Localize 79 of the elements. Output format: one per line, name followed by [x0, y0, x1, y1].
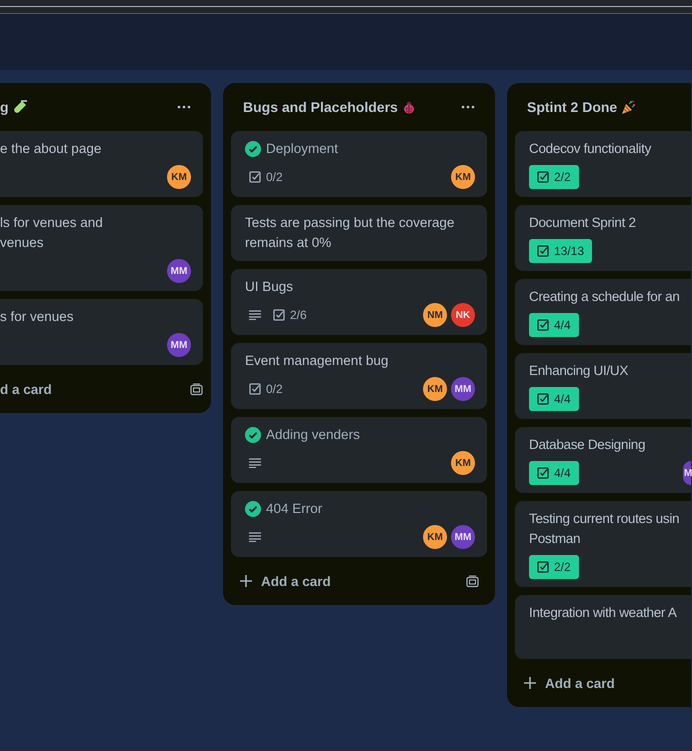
checklist-progress: 2/2 [529, 555, 579, 579]
checklist-progress: 13/13 [529, 239, 592, 263]
task-card[interactable]: Codecov functionality 2/2 [515, 131, 691, 197]
card-title: Document Sprint 2 [529, 214, 636, 232]
card-title: 404 Error [266, 500, 322, 518]
card-title: Database Designing [529, 436, 646, 454]
checklist-progress: 0/2 [249, 165, 283, 189]
member-avatar[interactable]: NM [423, 303, 447, 327]
checklist-icon [537, 393, 549, 405]
task-card[interactable]: e the about page KM [0, 131, 203, 197]
task-card[interactable]: Testing current routes usin Postman 2/2 [515, 501, 691, 587]
task-card[interactable]: Adding venders KM [231, 417, 487, 483]
checklist-icon [537, 319, 549, 331]
card-title: Testing current routes usin Postman [529, 510, 680, 548]
checklist-icon [537, 561, 549, 573]
task-card[interactable]: s for venues MM [0, 299, 203, 365]
list-title: g [0, 99, 9, 115]
card-title: Creating a schedule for an [529, 288, 680, 306]
checklist-icon [249, 383, 261, 395]
member-avatar[interactable]: KM [423, 525, 447, 549]
task-card[interactable]: Enhancing UI/UX 4/4 [515, 353, 691, 419]
more-icon [177, 105, 191, 109]
member-avatar[interactable]: KM [167, 165, 191, 189]
member-avatar[interactable]: MM [167, 259, 191, 283]
template-icon [466, 574, 479, 588]
checklist-icon [537, 467, 549, 479]
card-title: e the about page [0, 140, 102, 158]
add-card-button[interactable]: d a card [0, 382, 52, 396]
checklist-progress: 4/4 [529, 461, 579, 485]
checklist-progress: 4/4 [529, 313, 579, 337]
checklist-progress: 2/6 [273, 303, 307, 327]
more-icon [461, 105, 475, 109]
card-template-button[interactable] [466, 574, 479, 588]
checklist-progress: 2/2 [529, 165, 579, 189]
checklist-icon [273, 309, 285, 321]
card-title: Tests are passing but the coverage remains at 0% [245, 214, 456, 252]
task-card[interactable]: Event management bug 0/2 KM MM [231, 343, 487, 409]
card-template-button[interactable] [190, 382, 203, 396]
completed-check-icon[interactable] [245, 427, 261, 443]
plus-icon [239, 574, 253, 588]
card-title: Deployment [266, 140, 338, 158]
task-card[interactable]: 404 Error KM MM [231, 491, 487, 557]
add-card-button[interactable]: Add a card [239, 574, 331, 588]
member-avatar[interactable]: KM [451, 451, 475, 475]
card-title: Adding venders [266, 426, 360, 444]
task-card[interactable]: ls for venues and venues MM [0, 205, 203, 291]
list-title: Bugs and Placeholders [243, 99, 398, 115]
completed-check-icon[interactable] [245, 501, 261, 517]
checklist-progress: 4/4 [529, 387, 579, 411]
checklist-icon [537, 245, 549, 257]
member-avatar[interactable]: KM [451, 165, 475, 189]
checklist-icon [249, 171, 261, 183]
template-icon [190, 382, 203, 396]
ladybug-icon [402, 100, 416, 114]
task-card[interactable]: Integration with weather A [515, 595, 691, 659]
task-card[interactable]: Tests are passing but the coverage remains at 0% [231, 205, 487, 261]
task-card[interactable]: Document Sprint 2 13/13 [515, 205, 691, 271]
task-card[interactable]: UI Bugs 2/6 NM NK [231, 269, 487, 335]
card-title: s for venues [0, 308, 74, 326]
task-card[interactable]: Creating a schedule for an 4/4 [515, 279, 691, 345]
list-title: Sptint 2 Done [527, 99, 618, 115]
test-tube-icon [12, 100, 27, 114]
card-title: Codecov functionality [529, 140, 652, 158]
checklist-progress: 0/2 [249, 377, 283, 401]
member-avatar[interactable]: MM [451, 525, 475, 549]
card-title: ls for venues and venues [0, 214, 103, 252]
member-avatar[interactable]: MM [451, 377, 475, 401]
member-avatar[interactable]: KM [423, 377, 447, 401]
party-popper-icon [621, 100, 636, 114]
plus-icon [523, 676, 537, 690]
checklist-icon [537, 171, 549, 183]
card-title: UI Bugs [245, 278, 294, 296]
card-title: Integration with weather A [529, 604, 677, 622]
task-card[interactable]: Deployment 0/2 KM [231, 131, 487, 197]
card-title: Event management bug [245, 352, 388, 370]
completed-check-icon[interactable] [245, 141, 261, 157]
member-avatar[interactable]: MM [167, 333, 191, 357]
card-title: Enhancing UI/UX [529, 362, 628, 380]
add-card-button[interactable]: Add a card [523, 676, 615, 690]
